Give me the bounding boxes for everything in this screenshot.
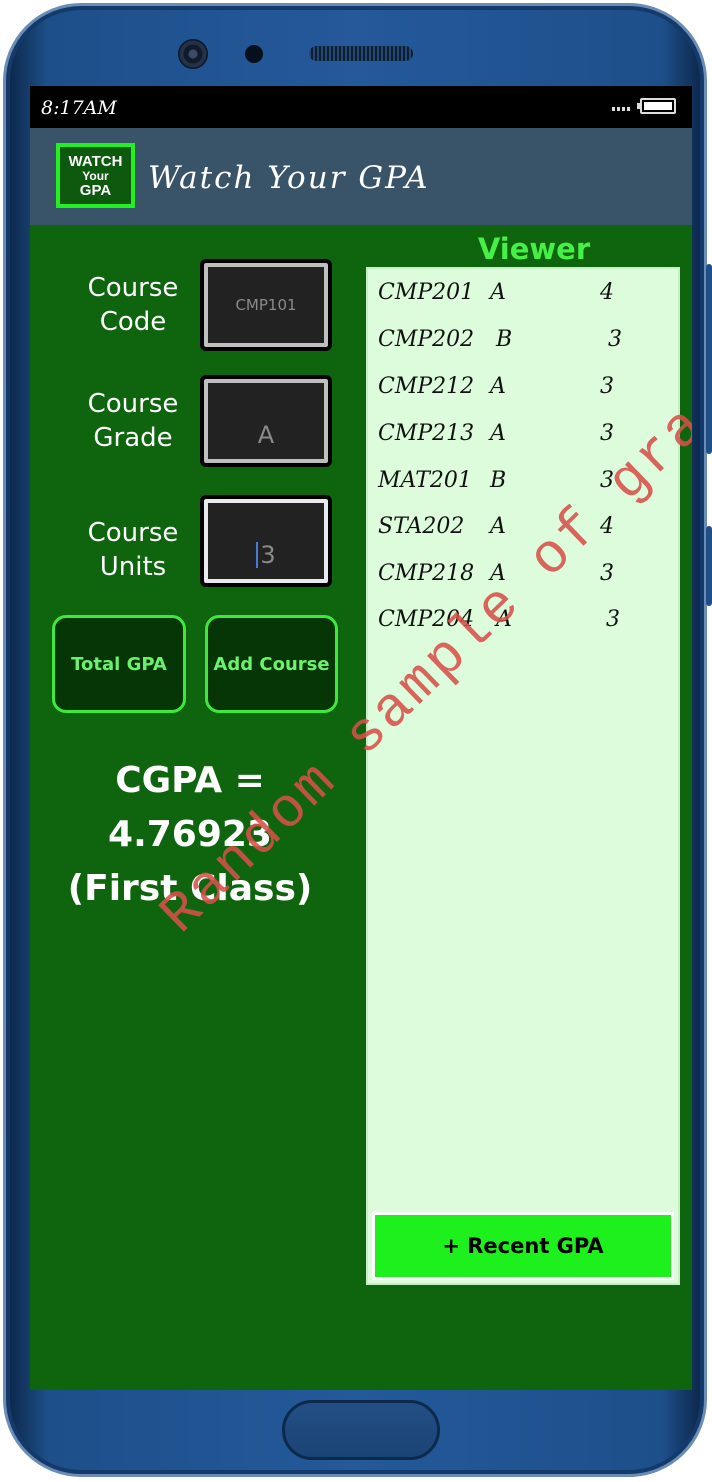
viewer-row: CMP204 A 3 xyxy=(378,607,678,647)
battery-icon xyxy=(637,98,676,114)
add-course-button[interactable]: Add Course xyxy=(205,615,338,713)
row-units: 3 xyxy=(600,374,614,399)
logo-line-3: GPA xyxy=(79,181,112,199)
status-icons xyxy=(612,98,676,114)
app-screen: 8:17AM WATCH Your GPA Watch Your GPA Cou… xyxy=(30,86,692,1390)
course-code-label: Course Code xyxy=(58,271,208,339)
course-grade-value: A xyxy=(257,421,275,449)
front-camera-icon xyxy=(178,39,208,69)
volume-button xyxy=(706,264,712,454)
course-units-label-line-2: Units xyxy=(99,552,167,582)
row-grade: A xyxy=(490,514,506,539)
row-grade: A xyxy=(490,561,506,586)
row-course-code: CMP201 xyxy=(378,280,475,305)
power-button xyxy=(706,526,712,606)
row-course-code: CMP213 xyxy=(378,421,475,446)
row-grade: A xyxy=(496,607,512,632)
status-bar: 8:17AM xyxy=(30,86,692,128)
row-units: 3 xyxy=(606,607,620,632)
viewer-row: CMP218 A 3 xyxy=(378,561,678,601)
row-course-code: CMP204 xyxy=(378,607,475,632)
signal-icon xyxy=(612,101,632,111)
row-units: 3 xyxy=(600,468,614,493)
row-grade: B xyxy=(496,327,513,352)
app-title: Watch Your GPA xyxy=(148,160,430,196)
course-grade-label: Course Grade xyxy=(58,387,208,455)
course-units-value: 3 xyxy=(260,541,276,569)
total-gpa-button[interactable]: Total GPA xyxy=(52,615,186,713)
course-grade-input[interactable]: A xyxy=(200,375,332,467)
sensor-icon xyxy=(245,45,263,63)
row-course-code: STA202 xyxy=(378,514,465,539)
home-button[interactable] xyxy=(282,1400,440,1460)
course-code-label-line-2: Code xyxy=(99,307,167,337)
course-code-label-line-1: Course xyxy=(87,273,179,303)
logo-line-1: WATCH xyxy=(68,152,123,170)
row-units: 3 xyxy=(600,421,614,446)
row-grade: B xyxy=(490,468,507,493)
grade-viewer[interactable]: CMP201 A 4 CMP202 B 3 CMP212 A 3 CMP213 … xyxy=(366,267,680,1285)
course-code-value: CMP101 xyxy=(235,296,297,314)
row-units: 3 xyxy=(600,561,614,586)
cgpa-result: CGPA = 4.76923 (First Class) xyxy=(30,754,350,916)
logo-line-2: Your xyxy=(82,168,109,183)
row-course-code: CMP218 xyxy=(378,561,475,586)
text-cursor xyxy=(256,542,259,568)
phone-frame: 8:17AM WATCH Your GPA Watch Your GPA Cou… xyxy=(3,3,712,1477)
cgpa-class: (First Class) xyxy=(67,868,313,909)
viewer-row: CMP213 A 3 xyxy=(378,421,678,461)
row-units: 3 xyxy=(608,327,622,352)
app-bar: WATCH Your GPA Watch Your GPA xyxy=(30,128,692,225)
course-units-label: Course Units xyxy=(58,516,208,584)
row-grade: A xyxy=(490,421,506,446)
viewer-row: CMP212 A 3 xyxy=(378,374,678,414)
recent-gpa-button[interactable]: + Recent GPA xyxy=(372,1212,674,1280)
viewer-title: Viewer xyxy=(477,232,591,266)
course-units-label-line-1: Course xyxy=(87,518,179,548)
row-units: 4 xyxy=(600,280,614,305)
app-logo: WATCH Your GPA xyxy=(56,143,135,208)
course-grade-label-line-2: Grade xyxy=(93,423,173,453)
viewer-row: MAT201 B 3 xyxy=(378,468,678,508)
row-grade: A xyxy=(490,374,506,399)
viewer-row: CMP201 A 4 xyxy=(378,280,678,320)
course-code-input[interactable]: CMP101 xyxy=(200,259,332,351)
cgpa-value: CGPA = 4.76923 xyxy=(108,760,272,855)
row-course-code: CMP202 xyxy=(378,327,475,352)
row-course-code: CMP212 xyxy=(378,374,475,399)
speaker-grille xyxy=(309,46,413,61)
viewer-row: CMP202 B 3 xyxy=(378,327,678,367)
course-grade-label-line-1: Course xyxy=(87,389,179,419)
course-units-input[interactable]: 3 xyxy=(200,495,332,587)
row-grade: A xyxy=(490,280,506,305)
row-units: 4 xyxy=(600,514,614,539)
status-time: 8:17AM xyxy=(41,97,117,119)
viewer-row: STA202 A 4 xyxy=(378,514,678,554)
row-course-code: MAT201 xyxy=(378,468,472,493)
